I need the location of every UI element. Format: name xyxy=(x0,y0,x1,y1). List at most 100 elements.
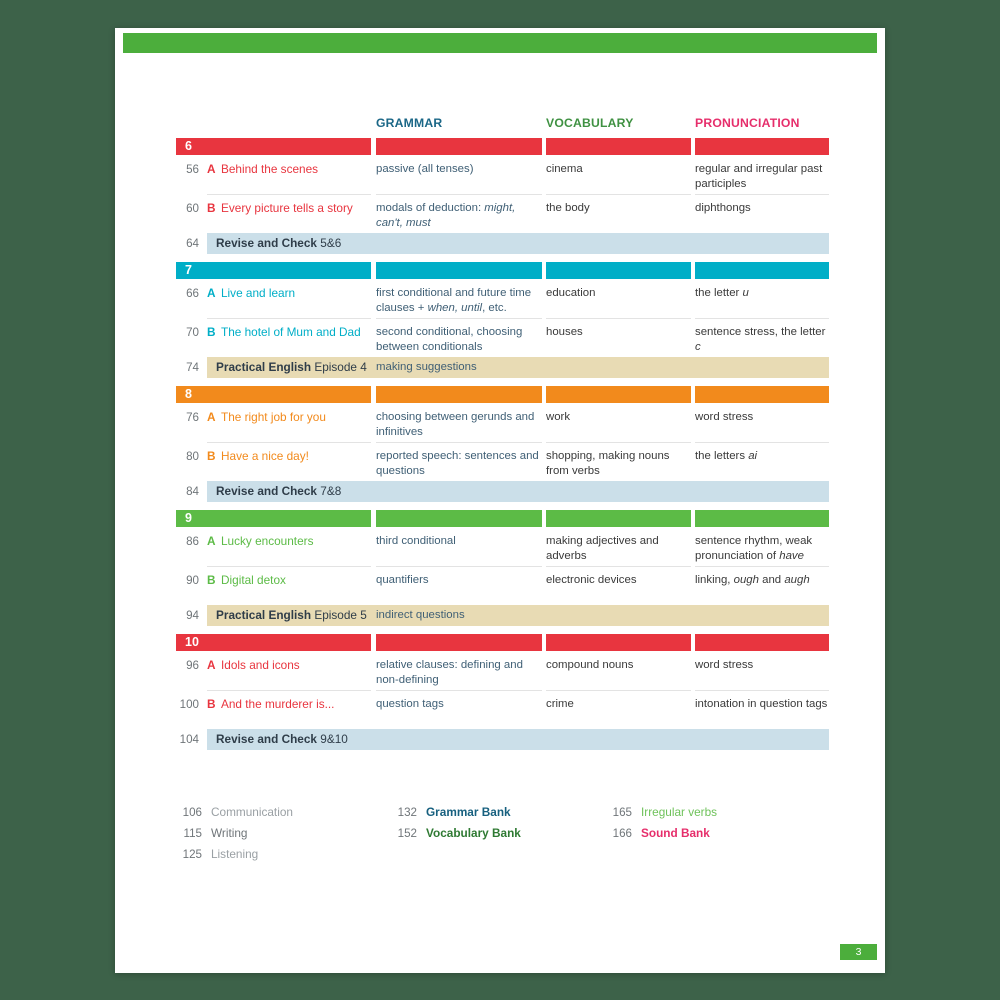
lesson-vocabulary: work xyxy=(546,411,571,423)
lesson-row[interactable]: 70 B The hotel of Mum and Dad second condit… xyxy=(176,318,829,357)
revise-and-check-row[interactable]: 64 Revise and Check 5&6 xyxy=(176,233,829,262)
lesson-vocabulary: electronic devices xyxy=(546,574,637,586)
lesson-row[interactable]: 80 B Have a nice day! reported speech: sent… xyxy=(176,442,829,481)
row-divider xyxy=(546,194,691,195)
lesson-row[interactable]: 66 A Live and learn first conditional and f… xyxy=(176,279,829,318)
lesson-pronunciation: intonation in question tags xyxy=(695,698,828,710)
unit-band-2 xyxy=(376,262,542,279)
unit-block: 10 96 A Idols and icons relative clauses: de… xyxy=(176,634,829,758)
row-divider xyxy=(207,566,371,567)
lesson-grammar: question tags xyxy=(376,698,444,710)
lesson-grammar: quantifiers xyxy=(376,574,429,586)
lesson-title[interactable]: The right job for you xyxy=(221,410,371,425)
lesson-page-number: 86 xyxy=(186,535,199,548)
unit-band-3 xyxy=(546,634,691,651)
lesson-page-number: 76 xyxy=(186,411,199,424)
unit-band-4 xyxy=(695,386,829,403)
unit-band-1 xyxy=(176,138,371,155)
row-divider xyxy=(695,566,829,567)
lesson-row[interactable]: 100 B And the murderer is... question tags c… xyxy=(176,690,829,729)
top-color-bar xyxy=(123,33,877,53)
lesson-vocabulary: shopping, making nouns from verbs xyxy=(546,450,670,477)
strip-extra-text: indirect questions xyxy=(376,609,465,621)
lesson-letter: A xyxy=(207,162,216,176)
unit-band-row: 9 xyxy=(176,510,829,527)
lesson-page-number: 60 xyxy=(186,202,199,215)
lesson-vocabulary: compound nouns xyxy=(546,659,634,671)
lesson-title[interactable]: Live and learn xyxy=(221,286,371,301)
strip-page-number: 74 xyxy=(186,361,199,374)
lesson-title[interactable]: Lucky encounters xyxy=(221,534,371,549)
revise-and-check-row[interactable]: 104 Revise and Check 9&10 xyxy=(176,729,829,758)
lesson-row[interactable]: 90 B Digital detox quantifiers electronic de… xyxy=(176,566,829,605)
back-matter-item[interactable]: 115 Writing xyxy=(176,824,293,845)
unit-block: 9 86 A Lucky encounters third conditional mak… xyxy=(176,510,829,634)
back-matter-item[interactable]: 166 Sound Bank xyxy=(606,824,717,845)
strip-label: Revise and Check 5&6 xyxy=(216,236,341,251)
unit-band-4 xyxy=(695,262,829,279)
unit-number: 10 xyxy=(185,635,199,649)
strip-label-bold: Revise and Check xyxy=(216,732,317,746)
unit-block: 7 66 A Live and learn first conditional and … xyxy=(176,262,829,386)
row-divider xyxy=(695,690,829,691)
strip-label-bold: Revise and Check xyxy=(216,236,317,250)
lesson-title[interactable]: Every picture tells a story xyxy=(221,201,371,216)
back-matter-page-number: 115 xyxy=(183,827,202,840)
back-matter-label: Sound Bank xyxy=(641,826,710,840)
unit-band-row: 8 xyxy=(176,386,829,403)
lesson-grammar: relative clauses: defining and non-defin… xyxy=(376,659,523,686)
back-matter-label: Writing xyxy=(211,826,248,840)
lesson-grammar: first conditional and future time clause… xyxy=(376,287,532,314)
unit-band-3 xyxy=(546,386,691,403)
lesson-page-number: 96 xyxy=(186,659,199,672)
lesson-letter: B xyxy=(207,449,216,463)
unit-number: 8 xyxy=(185,387,192,401)
lesson-page-number: 80 xyxy=(186,450,199,463)
unit-band-2 xyxy=(376,634,542,651)
strip-label-bold: Revise and Check xyxy=(216,484,317,498)
column-header-vocabulary: VOCABULARY xyxy=(546,116,634,130)
row-divider xyxy=(376,690,542,691)
back-matter-page-number: 125 xyxy=(182,848,202,861)
lesson-page-number: 66 xyxy=(186,287,199,300)
strip-page-number: 84 xyxy=(186,485,199,498)
strip-label: Revise and Check 7&8 xyxy=(216,484,341,499)
revise-and-check-row[interactable]: 84 Revise and Check 7&8 xyxy=(176,481,829,510)
unit-band-1 xyxy=(176,386,371,403)
lesson-grammar: choosing between gerunds and infinitives xyxy=(376,411,535,438)
back-matter-label: Vocabulary Bank xyxy=(426,826,521,840)
practical-english-row[interactable]: 94 Practical English Episode 5 indirect qu… xyxy=(176,605,829,634)
lesson-title[interactable]: Behind the scenes xyxy=(221,162,371,177)
row-divider xyxy=(376,194,542,195)
lesson-title[interactable]: The hotel of Mum and Dad xyxy=(221,325,371,340)
lesson-pronunciation: linking, ough and augh xyxy=(695,574,810,586)
lesson-title[interactable]: Idols and icons xyxy=(221,658,371,673)
strip-page-number: 104 xyxy=(179,733,199,746)
strip-label: Practical English Episode 4 xyxy=(216,360,367,375)
lesson-title[interactable]: Have a nice day! xyxy=(221,449,371,464)
back-matter-item[interactable]: 132 Grammar Bank xyxy=(391,803,521,824)
back-matter-page-number: 152 xyxy=(397,827,417,840)
back-matter-item[interactable]: 106 Communication xyxy=(176,803,293,824)
lesson-row[interactable]: 76 A The right job for you choosing between… xyxy=(176,403,829,442)
unit-band-4 xyxy=(695,510,829,527)
lesson-title[interactable]: Digital detox xyxy=(221,573,371,588)
strip-label-rest: Episode 4 xyxy=(314,360,367,374)
lesson-title[interactable]: And the murderer is... xyxy=(221,697,371,712)
back-matter-label: Communication xyxy=(211,805,293,819)
back-matter-item[interactable]: 125 Listening xyxy=(176,845,293,866)
lesson-grammar: passive (all tenses) xyxy=(376,163,474,175)
back-matter-item[interactable]: 165 Irregular verbs xyxy=(606,803,717,824)
back-matter-label: Grammar Bank xyxy=(426,805,511,819)
lesson-row[interactable]: 86 A Lucky encounters third conditional maki… xyxy=(176,527,829,566)
lesson-row[interactable]: 96 A Idols and icons relative clauses: defi… xyxy=(176,651,829,690)
unit-number: 6 xyxy=(185,139,192,153)
practical-english-row[interactable]: 74 Practical English Episode 4 making sugg… xyxy=(176,357,829,386)
lesson-row[interactable]: 56 A Behind the scenes passive (all tenses)… xyxy=(176,155,829,194)
lesson-vocabulary: making adjectives and adverbs xyxy=(546,535,659,562)
unit-band-3 xyxy=(546,138,691,155)
back-matter-item[interactable]: 152 Vocabulary Bank xyxy=(391,824,521,845)
back-matter-page-number: 106 xyxy=(182,806,202,819)
lesson-row[interactable]: 60 B Every picture tells a story modals of … xyxy=(176,194,829,233)
lesson-letter: B xyxy=(207,325,216,339)
